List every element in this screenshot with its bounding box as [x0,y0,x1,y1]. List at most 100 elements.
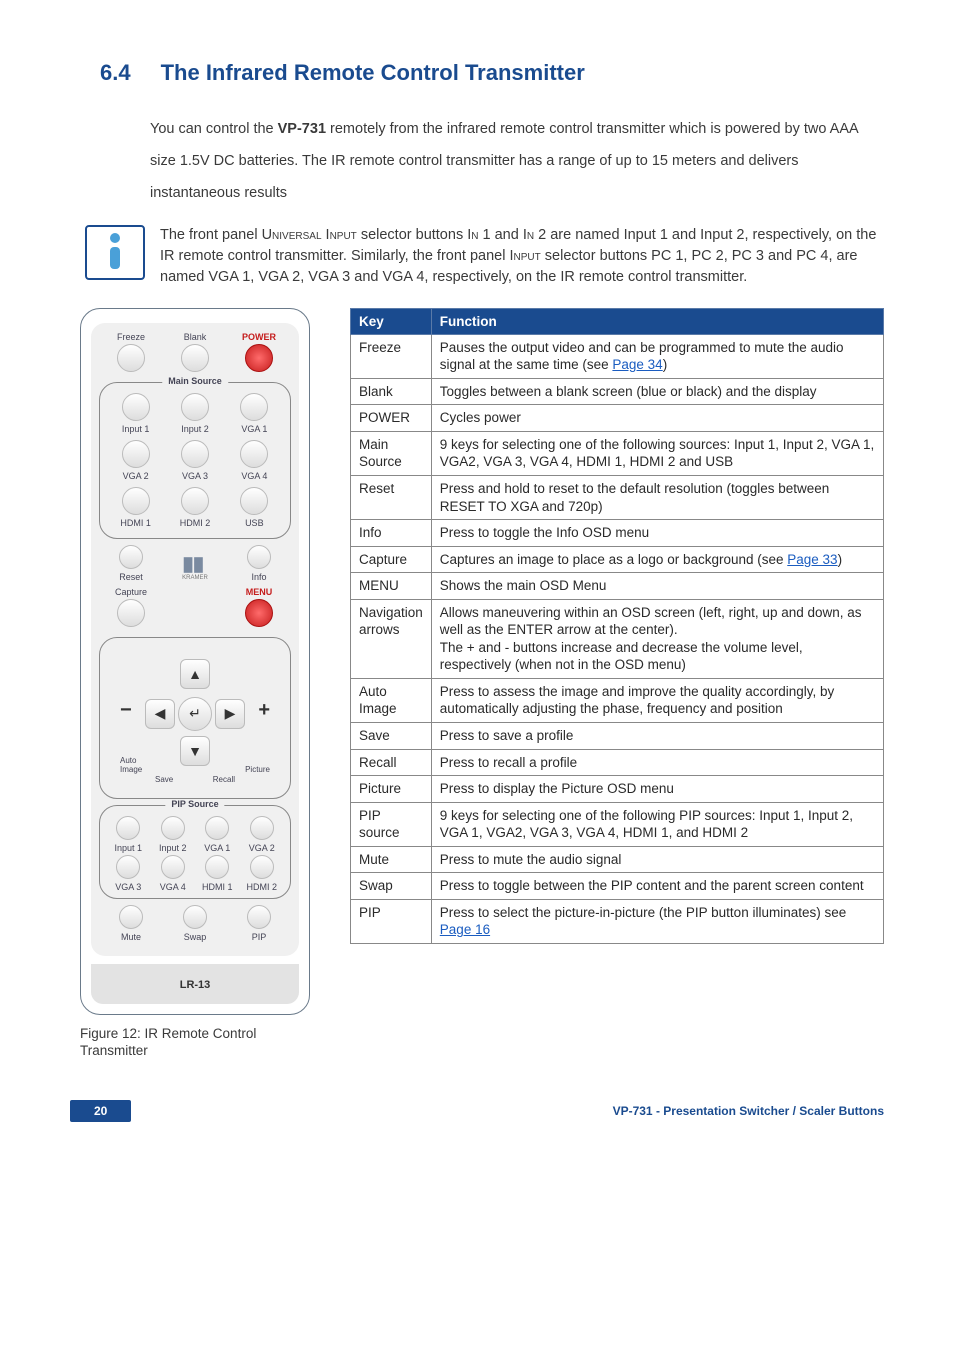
remote-btn-vga3 [181,440,209,468]
key-function-table: Key Function FreezePauses the output vid… [350,308,884,944]
remote-btn-hdmi2 [181,487,209,515]
remote-label: VGA 3 [106,883,151,892]
remote-label: VGA 4 [225,472,284,481]
page-link[interactable]: Page 34 [612,357,662,372]
cell-function: 9 keys for selecting one of the followin… [431,802,883,846]
page-link[interactable]: Page 33 [787,552,837,567]
remote-label: Input 1 [106,425,165,434]
remote-btn-input1 [122,393,150,421]
remote-label: VGA 1 [195,844,240,853]
table-row: Navigation arrowsAllows maneuvering with… [351,599,884,678]
cell-function: Press to save a profile [431,723,883,750]
intro-bold: VP-731 [278,121,326,137]
note-block: The front panel Universal Input selector… [85,225,884,288]
remote-label: Capture [99,588,163,597]
remote-btn-pip-vga3 [116,855,140,879]
remote-btn-capture [117,599,145,627]
table-row: SavePress to save a profile [351,723,884,750]
cell-key: Recall [351,749,432,776]
remote-model: LR-13 [180,979,211,991]
remote-label: HDMI 2 [165,519,224,528]
table-row: Auto ImagePress to assess the image and … [351,678,884,722]
table-row: PIPPress to select the picture-in-pictur… [351,899,884,943]
remote-btn-usb [240,487,268,515]
remote-btn-vga1 [240,393,268,421]
remote-btn-mute [119,905,143,929]
cell-function: Press to recall a profile [431,749,883,776]
cell-function: Toggles between a blank screen (blue or … [431,378,883,405]
cell-key: Mute [351,846,432,873]
remote-label-picture: Picture [240,765,270,774]
page-link[interactable]: Page 16 [440,922,490,937]
cell-key: Reset [351,476,432,520]
cell-key: Main Source [351,431,432,475]
remote-label: Mute [99,933,163,942]
remote-pip-source-group: PIP Source Input 1 Input 2 VGA 1 VGA 2 V… [99,805,291,899]
remote-nav-left: ◀ [145,699,175,729]
remote-label: PIP [227,933,291,942]
cell-function: Shows the main OSD Menu [431,573,883,600]
note-frag: Input [509,248,540,264]
table-row: FreezePauses the output video and can be… [351,334,884,378]
cell-key: Blank [351,378,432,405]
remote-main-source-group: Main Source Input 1 Input 2 VGA 1 VGA 2 … [99,382,291,539]
section-number: 6.4 [100,60,131,86]
remote-btn-pip [247,905,271,929]
cell-key: PIP source [351,802,432,846]
table-row: BlankToggles between a blank screen (blu… [351,378,884,405]
cell-function: Cycles power [431,405,883,432]
info-icon [85,225,145,280]
remote-btn-info [247,545,271,569]
note-frag: selector buttons [357,227,467,243]
remote-main-source-label: Main Source [162,376,228,386]
cell-key: Freeze [351,334,432,378]
remote-label-auto: Auto Image [120,756,150,774]
remote-btn-blank [181,344,209,372]
cell-function: Pauses the output video and can be progr… [431,334,883,378]
remote-btn-swap [183,905,207,929]
cell-function: Press to display the Picture OSD menu [431,776,883,803]
table-row: InfoPress to toggle the Info OSD menu [351,520,884,547]
cell-key: Swap [351,873,432,900]
table-row: CaptureCaptures an image to place as a l… [351,546,884,573]
cell-key: Auto Image [351,678,432,722]
remote-nav-group: ▲ ▼ ◀ ▶ ↵ − + Auto Image Picture Save Re… [99,637,291,799]
remote-label: VGA 3 [165,472,224,481]
remote-btn-menu [245,599,273,627]
remote-label: USB [225,519,284,528]
remote-label: Info [227,573,291,582]
section-heading: 6.4 The Infrared Remote Control Transmit… [100,60,884,86]
table-row: SwapPress to toggle between the PIP cont… [351,873,884,900]
remote-label-save: Save [155,775,173,784]
remote-btn-pip-input1 [116,816,140,840]
note-frag: 1 and [478,227,522,243]
remote-label-freeze: Freeze [99,333,163,342]
remote-label: Input 1 [106,844,151,853]
remote-label: VGA 2 [240,844,285,853]
remote-label: Swap [163,933,227,942]
remote-btn-pip-vga4 [161,855,185,879]
remote-label-menu: MENU [227,588,291,597]
cell-key: Capture [351,546,432,573]
page-number: 20 [70,1100,131,1122]
remote-minus: − [120,699,132,722]
cell-key: POWER [351,405,432,432]
table-row: POWERCycles power [351,405,884,432]
th-function: Function [431,308,883,334]
cell-function: 9 keys for selecting one of the followin… [431,431,883,475]
remote-label: VGA 2 [106,472,165,481]
cell-function: Press to assess the image and improve th… [431,678,883,722]
table-row: MutePress to mute the audio signal [351,846,884,873]
page-footer: 20 VP-731 - Presentation Switcher / Scal… [70,1100,884,1122]
th-key: Key [351,308,432,334]
section-title: The Infrared Remote Control Transmitter [161,60,585,86]
cell-function: Allows maneuvering within an OSD screen … [431,599,883,678]
remote-illustration: Freeze Blank POWER Main Source Input 1 I… [80,308,310,1015]
remote-label: HDMI 1 [106,519,165,528]
remote-btn-input2 [181,393,209,421]
note-frag: In [523,227,534,243]
intro-paragraph: You can control the VP-731 remotely from… [150,114,884,210]
note-text: The front panel Universal Input selector… [160,225,884,288]
note-frag: The front panel [160,227,262,243]
cell-function: Press and hold to reset to the default r… [431,476,883,520]
